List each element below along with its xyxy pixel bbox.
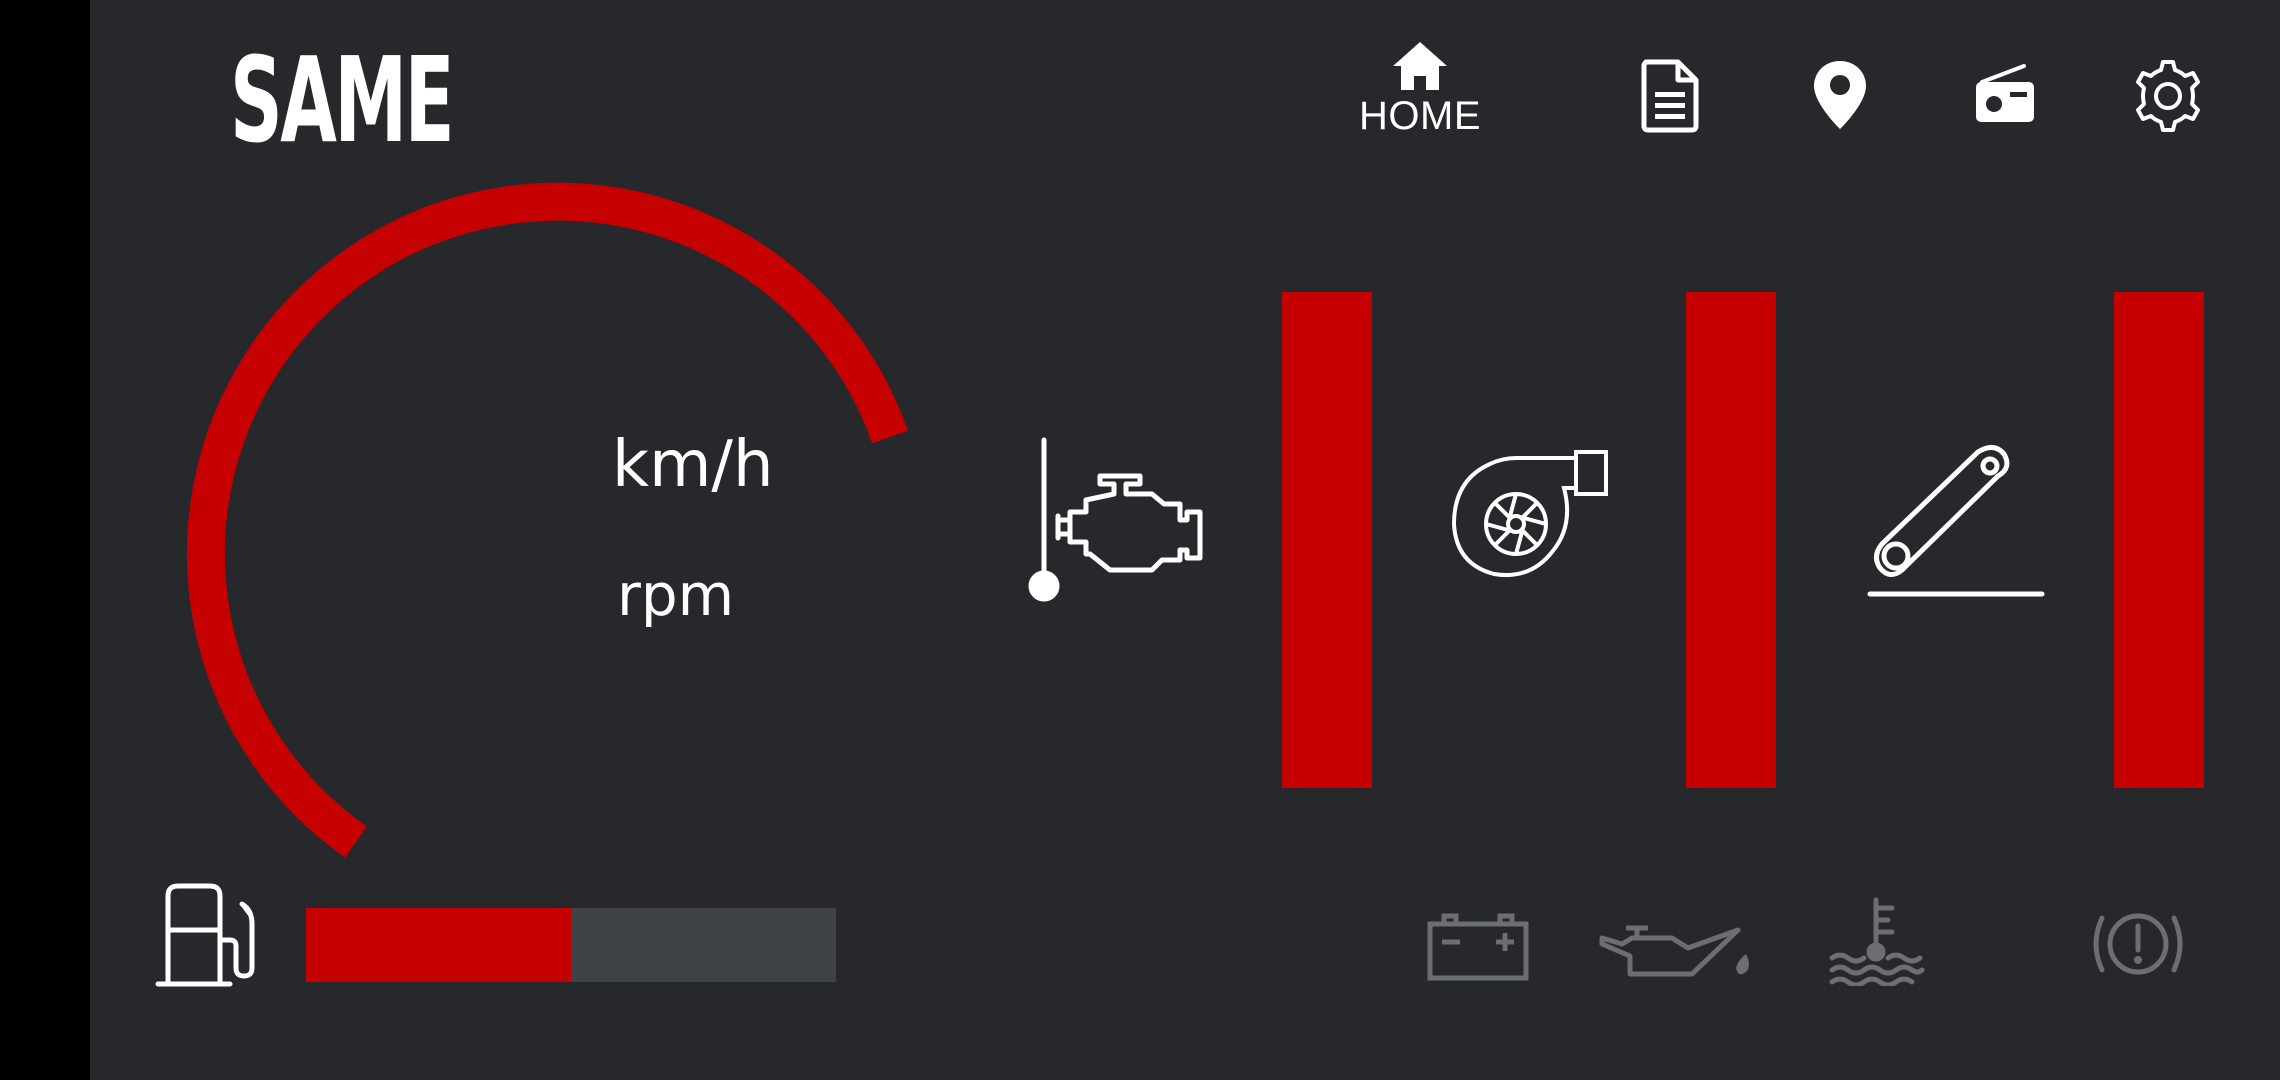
turbo-bar — [1686, 292, 1776, 788]
speed-gauge-arc — [186, 182, 908, 858]
nav-home-button[interactable]: HOME — [1340, 38, 1500, 139]
engine-temperature-icon — [1028, 437, 1203, 602]
nav-home-label: HOME — [1359, 94, 1481, 138]
document-icon — [1641, 59, 1699, 133]
coolant-temperature-icon — [1829, 897, 1925, 986]
radio-icon — [1976, 64, 2034, 122]
nav-map-button[interactable] — [1810, 58, 1870, 132]
oil-pressure-icon — [1599, 925, 1749, 977]
home-icon — [1393, 42, 1447, 90]
nav-radio-button[interactable] — [1972, 62, 2038, 128]
engine-temperature-bar — [1282, 292, 1372, 788]
brake-warning-icon — [2093, 913, 2183, 975]
battery-icon — [1427, 913, 1529, 981]
turbo-icon — [1451, 450, 1608, 577]
fuel-level-fill — [306, 908, 571, 982]
speed-unit-label: km/h — [612, 428, 774, 502]
nav-settings-button[interactable] — [2130, 58, 2206, 134]
dashboard-screen: SAME HOME km/h rpm — [90, 0, 2280, 1080]
pedal-position-bar — [2114, 292, 2204, 788]
fuel-level-bar — [306, 908, 836, 982]
nav-documents-button[interactable] — [1638, 58, 1702, 134]
settings-gear-icon — [2136, 60, 2200, 132]
pedal-icon — [1867, 445, 2045, 597]
rpm-unit-label: rpm — [617, 561, 735, 629]
fuel-pump-icon — [155, 883, 255, 987]
location-pin-icon — [1814, 61, 1866, 129]
